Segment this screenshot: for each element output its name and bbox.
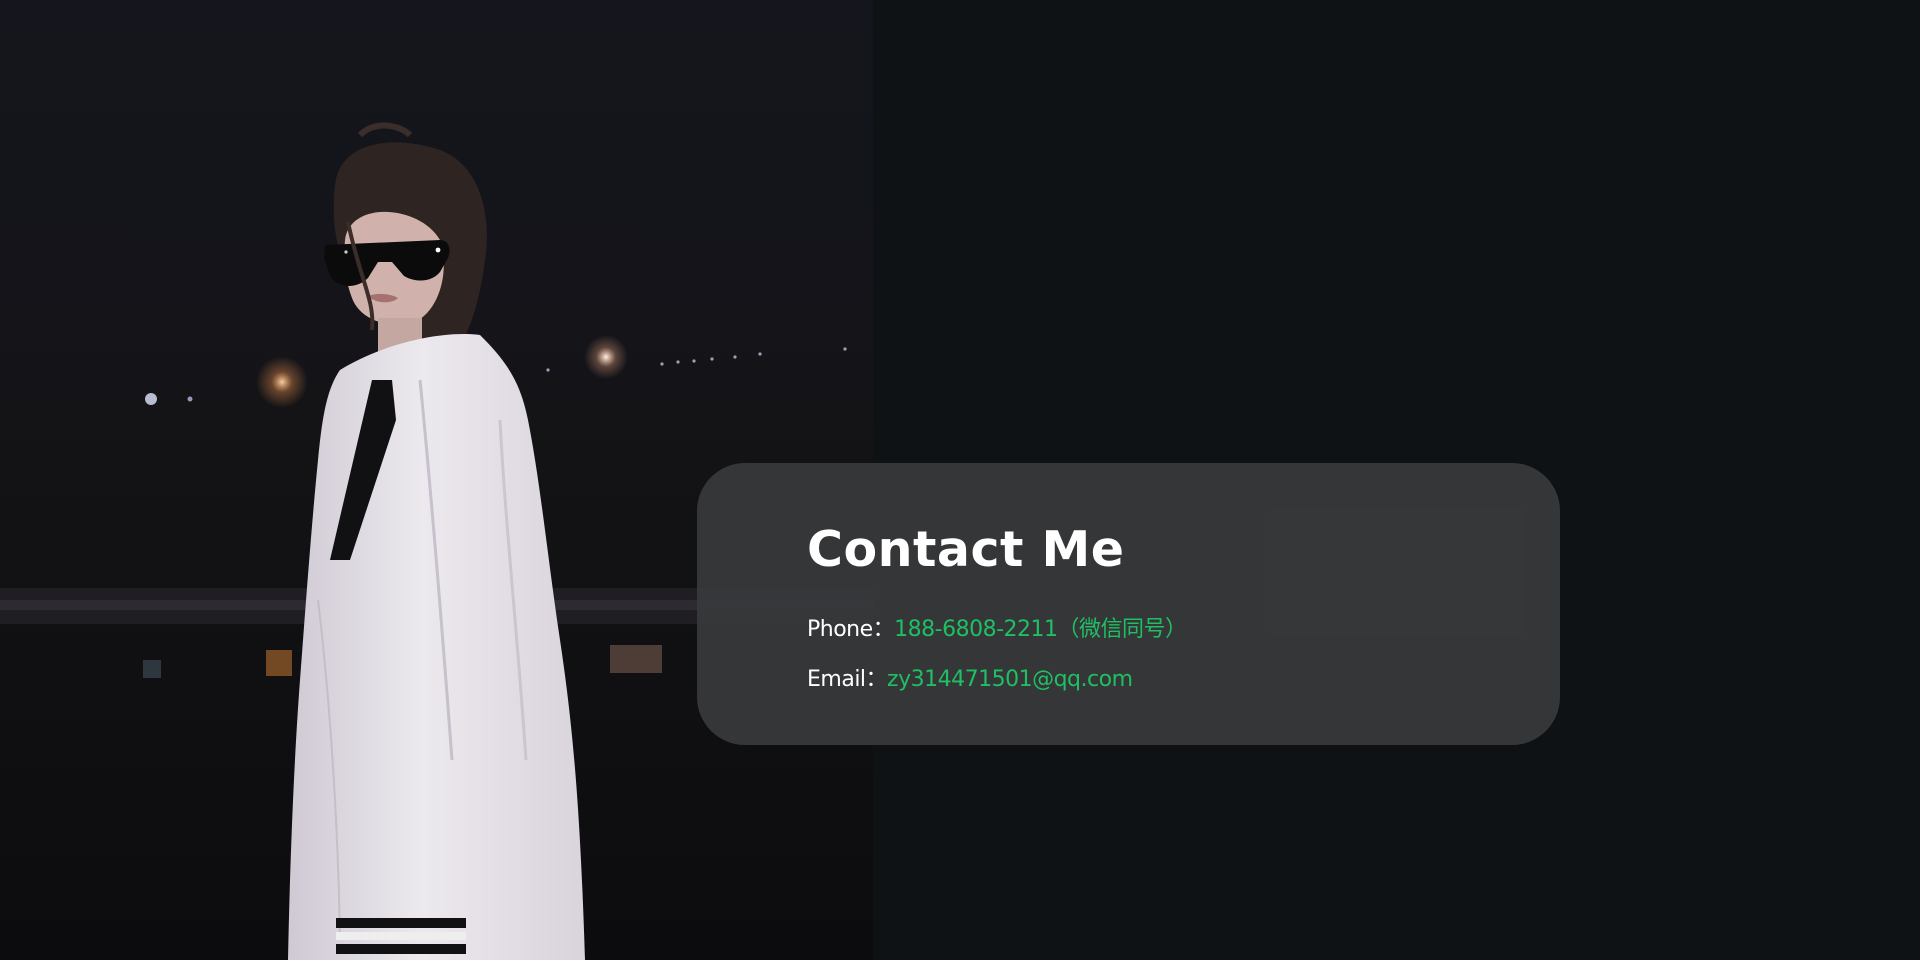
email-label: Email： (807, 667, 888, 692)
email-row: Email：zy314471501@qq.com (807, 661, 1133, 693)
contact-title: Contact Me (807, 521, 1125, 578)
phone-value[interactable]: 188-6808-2211（微信同号） (894, 617, 1187, 642)
phone-label: Phone： (807, 617, 895, 642)
email-value[interactable]: zy314471501@qq.com (887, 667, 1133, 692)
phone-row: Phone：188-6808-2211（微信同号） (807, 611, 1187, 643)
contact-card: Contact Me Phone：188-6808-2211（微信同号） Ema… (697, 463, 1560, 745)
contact-page: Contact Me Phone：188-6808-2211（微信同号） Ema… (0, 0, 1920, 960)
